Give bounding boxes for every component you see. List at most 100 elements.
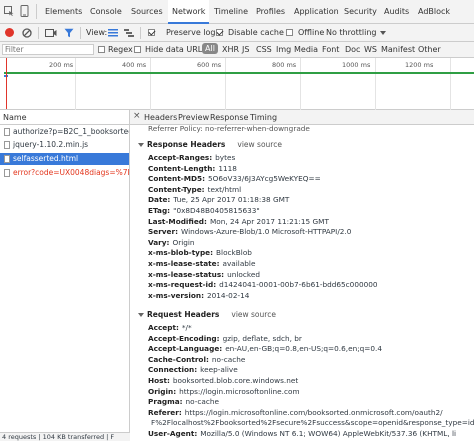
header-value: no-cache: [211, 354, 246, 364]
header-row: Referer: https://login.microsoftonline.co…: [148, 408, 443, 418]
type-filter-xhr[interactable]: XHR: [222, 45, 239, 54]
response-headers-section[interactable]: Response Headers view source: [138, 140, 282, 149]
grid-line: [375, 58, 376, 110]
preserve-log-checkbox[interactable]: [148, 29, 155, 36]
record-button[interactable]: [5, 28, 14, 37]
tab-audits[interactable]: Audits: [384, 0, 409, 23]
file-icon: [4, 169, 10, 177]
header-key: User-Agent:: [148, 429, 198, 438]
timeline-overview[interactable]: 200 ms 400 ms 600 ms 800 ms 1000 ms 1200…: [0, 58, 474, 110]
tab-preview[interactable]: Preview: [178, 113, 209, 122]
request-row[interactable]: jquery-1.10.2.min.js: [0, 139, 129, 151]
view-source-link[interactable]: view source: [231, 310, 276, 319]
header-key: Server:: [148, 227, 179, 237]
overview-icon[interactable]: [124, 28, 134, 38]
inspect-icon[interactable]: [4, 6, 14, 16]
header-value: Origin: [172, 237, 195, 247]
throttling-select[interactable]: No throttling: [326, 26, 390, 39]
header-value: bytes: [215, 153, 236, 162]
request-detail: × Headers Preview Response Timing Referr…: [130, 110, 474, 440]
close-icon[interactable]: ×: [133, 111, 141, 121]
header-key: Connection:: [148, 365, 198, 375]
type-filter-media[interactable]: Media: [294, 45, 318, 54]
network-toolbar: View: Preserve log Disable cache Offline…: [0, 24, 474, 42]
video-capture-icon[interactable]: [45, 28, 57, 38]
type-filter-doc[interactable]: Doc: [345, 45, 360, 54]
tab-response[interactable]: Response: [210, 113, 248, 122]
type-filter-all[interactable]: All: [202, 43, 218, 54]
divider: [36, 4, 37, 19]
request-name: authorize?p=B2C_1_booksortedA...: [13, 127, 129, 136]
tab-application[interactable]: Application: [294, 0, 339, 23]
hide-data-urls-checkbox[interactable]: [134, 46, 141, 53]
timeline-tick: 1000 ms: [342, 61, 371, 69]
tab-sources[interactable]: Sources: [131, 0, 163, 23]
header-value: */*: [181, 323, 192, 332]
tab-adblock[interactable]: AdBlock: [418, 0, 450, 23]
preserve-log-label: Preserve log: [166, 28, 216, 37]
header-value: no-cache: [185, 397, 220, 407]
type-filter-other[interactable]: Other: [418, 45, 441, 54]
view-source-link[interactable]: view source: [237, 140, 282, 149]
header-value: keep-alive: [200, 365, 238, 375]
section-title: Request Headers: [147, 310, 220, 319]
disable-cache-checkbox[interactable]: [216, 29, 223, 36]
header-key: Referer:: [148, 407, 182, 417]
request-row-selected[interactable]: selfasserted.html: [0, 153, 129, 165]
regex-label: Regex: [108, 45, 133, 54]
tab-profiles[interactable]: Profiles: [256, 0, 285, 23]
tab-security[interactable]: Security: [344, 0, 377, 23]
header-row: Cache-Control: no-cache: [148, 355, 245, 365]
timeline-tick: 400 ms: [122, 61, 147, 69]
type-filter-manifest[interactable]: Manifest: [381, 45, 415, 54]
header-key: Host:: [148, 376, 170, 385]
filter-input[interactable]: [2, 44, 94, 55]
request-row[interactable]: authorize?p=B2C_1_booksortedA...: [0, 126, 129, 138]
header-key: Content-Length:: [148, 163, 216, 173]
name-column-header[interactable]: Name: [0, 110, 129, 125]
type-filter-ws[interactable]: WS: [364, 45, 377, 54]
header-row: x-ms-version: 2014-02-14: [148, 291, 249, 301]
tab-elements[interactable]: Elements: [45, 0, 82, 23]
tab-headers[interactable]: Headers: [144, 113, 177, 122]
header-key: x-ms-blob-type:: [148, 248, 214, 258]
device-toolbar-icon[interactable]: [20, 5, 29, 17]
header-key: Date:: [148, 195, 171, 205]
tab-timeline[interactable]: Timeline: [214, 0, 248, 23]
header-row: Accept: */*: [148, 323, 192, 333]
request-row-error[interactable]: error?code=UX0048diags=%7B%...: [0, 167, 129, 179]
type-filter-img[interactable]: Img: [276, 45, 291, 54]
type-filter-font[interactable]: Font: [322, 45, 339, 54]
large-rows-icon[interactable]: [108, 28, 118, 38]
divider: [80, 27, 81, 39]
header-key: Cache-Control:: [148, 354, 209, 364]
divider: [38, 27, 39, 39]
tab-network[interactable]: Network: [168, 0, 210, 24]
type-filter-js[interactable]: JS: [242, 45, 249, 54]
header-row: x-ms-request-id: d1424041-0001-00b7-6b61-…: [148, 280, 378, 290]
request-headers-section[interactable]: Request Headers view source: [138, 310, 276, 319]
header-row: Pragma: no-cache: [148, 397, 219, 407]
file-icon: [4, 141, 10, 149]
header-key: Origin:: [148, 386, 177, 396]
header-value: Mon, 24 Apr 2017 11:21:15 GMT: [209, 216, 329, 226]
grid-line: [225, 58, 226, 110]
header-key: Vary:: [148, 237, 170, 247]
filter-icon[interactable]: [64, 28, 74, 38]
tab-timing[interactable]: Timing: [250, 113, 277, 122]
header-value: Windows-Azure-Blob/1.0 Microsoft-HTTPAPI…: [181, 227, 352, 237]
header-value: F%2Flocalhost%2Fbooksorted%2Fsecure%2Fsu…: [151, 418, 474, 428]
header-value: Mozilla/5.0 (Windows NT 6.1; WOW64) Appl…: [200, 429, 457, 438]
type-filter-css[interactable]: CSS: [256, 45, 272, 54]
header-key: x-ms-lease-state:: [148, 259, 220, 268]
regex-checkbox[interactable]: [98, 46, 105, 53]
offline-checkbox[interactable]: [286, 29, 293, 36]
header-value: booksorted.blob.core.windows.net: [172, 376, 299, 385]
header-row: Accept-Ranges: bytes: [148, 153, 235, 163]
header-row: Connection: keep-alive: [148, 365, 238, 375]
clear-icon[interactable]: [22, 28, 32, 38]
header-key: Accept-Language:: [148, 344, 223, 354]
grid-line: [75, 58, 76, 110]
header-row: x-ms-lease-status: unlocked: [148, 270, 260, 280]
tab-console[interactable]: Console: [90, 0, 122, 23]
